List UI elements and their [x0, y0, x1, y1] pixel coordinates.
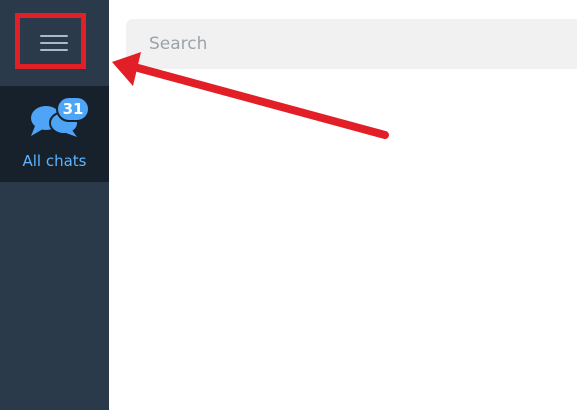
folder-label: All chats [22, 152, 87, 170]
telegram-window: 31 All chats Search [0, 0, 577, 410]
search-placeholder: Search [149, 34, 208, 54]
folder-all-chats[interactable]: 31 All chats [0, 86, 109, 182]
annotation-arrow-shaft [134, 64, 389, 139]
unread-count-badge: 31 [56, 96, 90, 122]
search-input[interactable]: Search [126, 19, 577, 69]
folder-sidebar: 31 All chats [0, 0, 109, 410]
annotation-highlight-box [15, 13, 86, 69]
